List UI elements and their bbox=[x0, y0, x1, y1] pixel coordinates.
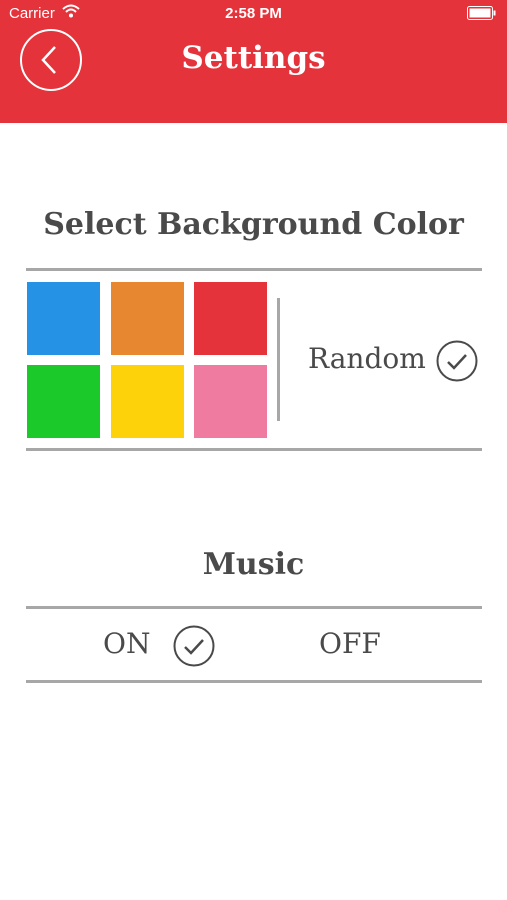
random-label: Random bbox=[308, 342, 426, 375]
swatch-orange[interactable] bbox=[111, 282, 184, 355]
status-bar: Carrier 2:58 PM bbox=[0, 0, 507, 28]
divider bbox=[26, 680, 482, 683]
divider bbox=[26, 448, 482, 451]
battery-icon bbox=[467, 6, 497, 24]
music-section-heading: Music bbox=[202, 547, 305, 582]
vertical-divider bbox=[277, 298, 280, 421]
swatch-yellow[interactable] bbox=[111, 365, 184, 438]
page-title: Settings bbox=[181, 40, 326, 76]
swatch-red[interactable] bbox=[194, 282, 267, 355]
divider bbox=[26, 606, 482, 609]
music-off-label: OFF bbox=[319, 627, 381, 660]
status-time: 2:58 PM bbox=[225, 5, 282, 22]
swatch-green[interactable] bbox=[27, 365, 100, 438]
swatch-pink[interactable] bbox=[194, 365, 267, 438]
header-bar: Carrier 2:58 PM Settings bbox=[0, 0, 507, 123]
swatch-blue[interactable] bbox=[27, 282, 100, 355]
background-section-heading: Select Background Color bbox=[43, 207, 464, 242]
check-circle-icon bbox=[173, 625, 215, 672]
music-on-label: ON bbox=[103, 627, 151, 660]
check-circle-icon bbox=[436, 340, 478, 387]
divider bbox=[26, 268, 482, 271]
